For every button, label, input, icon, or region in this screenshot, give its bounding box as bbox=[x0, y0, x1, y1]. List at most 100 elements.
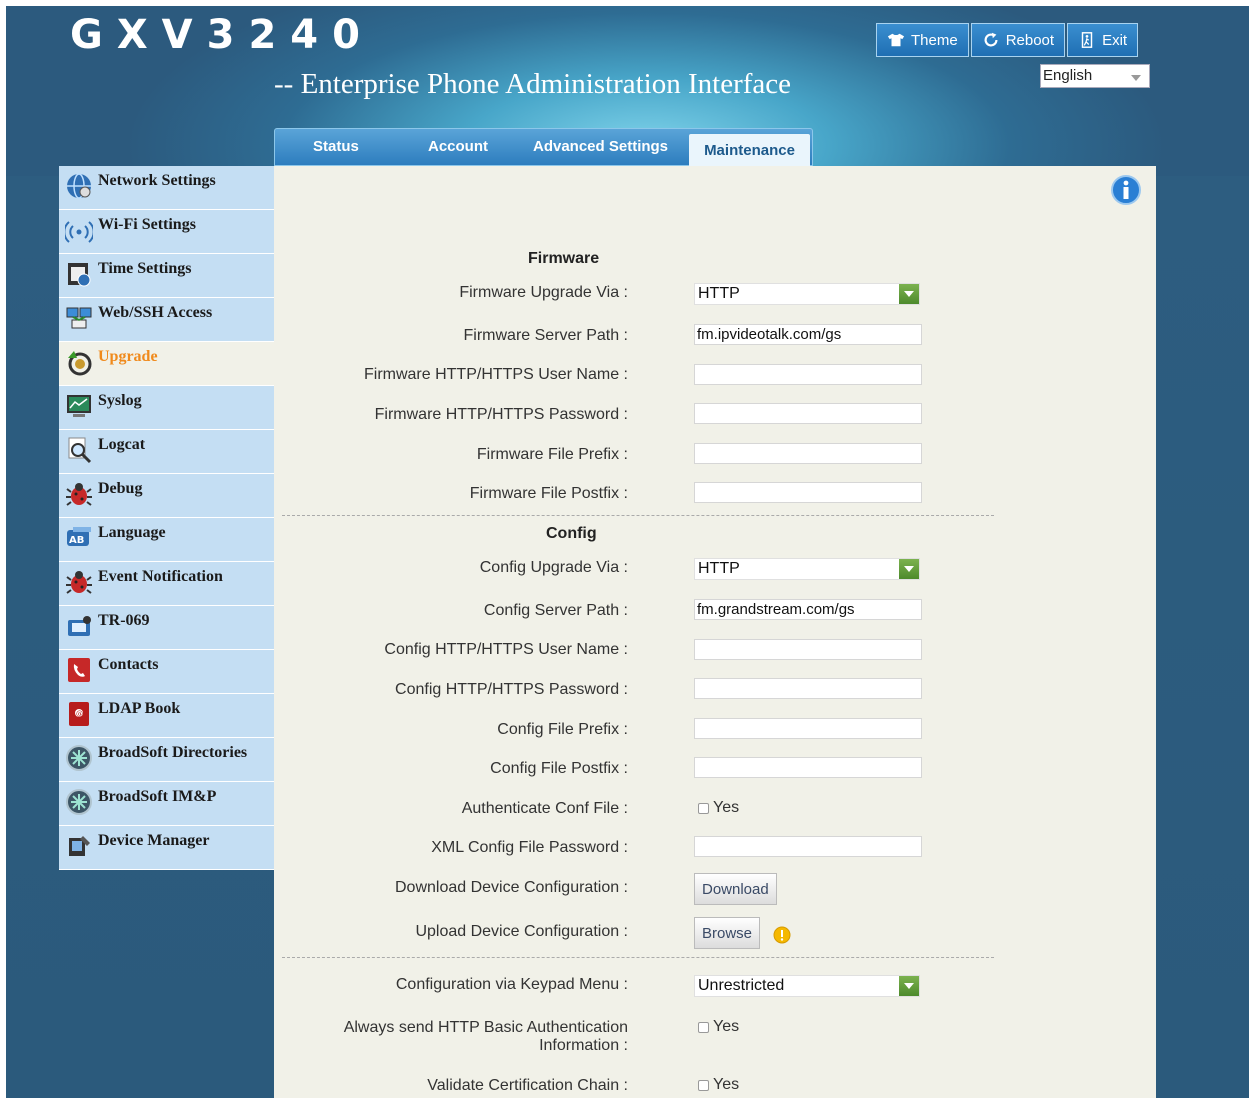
keypad-menu-value: Unrestricted bbox=[698, 977, 785, 994]
cert-chain-yes-label: Yes bbox=[713, 1076, 740, 1093]
sidebar-item-label: LDAP Book bbox=[98, 700, 181, 717]
firmware-section-title: Firmware bbox=[528, 250, 600, 267]
monitor-chart-icon bbox=[67, 395, 91, 417]
sidebar-item-time-settings[interactable]: Time Settings bbox=[59, 254, 274, 298]
tab-status[interactable]: Status bbox=[313, 138, 359, 155]
sidebar-item-upgrade[interactable]: Upgrade bbox=[59, 342, 274, 386]
tab-advanced-settings[interactable]: Advanced Settings bbox=[533, 138, 668, 155]
config-user-name-label: Config HTTP/HTTPS User Name : bbox=[384, 641, 628, 658]
keypad-menu-label: Configuration via Keypad Menu : bbox=[395, 976, 628, 993]
broadsoft-icon bbox=[66, 789, 92, 815]
firmware-upgrade-via-select[interactable]: HTTP bbox=[694, 283, 920, 305]
tab-maintenance[interactable]: Maintenance bbox=[689, 134, 810, 167]
info-icon[interactable] bbox=[1110, 174, 1142, 206]
language-ab-icon: AB bbox=[67, 527, 91, 546]
config-user-name-input[interactable] bbox=[694, 639, 922, 660]
authenticate-conf-file-option: Yes bbox=[698, 799, 739, 817]
broadsoft-icon bbox=[66, 745, 92, 771]
firmware-user-name-label: Firmware HTTP/HTTPS User Name : bbox=[363, 366, 628, 383]
theme-button[interactable]: Theme bbox=[876, 23, 969, 57]
main-tabs: Status Account Advanced Settings Mainten… bbox=[274, 128, 813, 167]
page-subtitle: -- Enterprise Phone Administration Inter… bbox=[274, 68, 792, 100]
sidebar-item-broadsoft-im-p[interactable]: BroadSoft IM&P bbox=[59, 782, 274, 826]
xml-config-password-input[interactable] bbox=[694, 836, 922, 857]
globe-icon bbox=[67, 173, 91, 199]
config-server-path-label: Config Server Path : bbox=[483, 602, 628, 619]
reboot-button[interactable]: Reboot bbox=[970, 23, 1066, 57]
firmware-file-prefix-input[interactable] bbox=[694, 443, 922, 464]
network-computers-icon bbox=[66, 307, 92, 329]
calendar-clock-icon bbox=[68, 263, 91, 287]
sidebar-item-event-notification[interactable]: Event Notification bbox=[59, 562, 274, 606]
admin-window: GXV3240 -- Enterprise Phone Administrati… bbox=[6, 6, 1249, 1098]
basic-auth-yes-label: Yes bbox=[713, 1018, 740, 1035]
sidebar-item-label: Network Settings bbox=[98, 172, 216, 189]
sidebar-item-label: Upgrade bbox=[98, 348, 158, 365]
sidebar-item-syslog[interactable]: Syslog bbox=[59, 386, 274, 430]
sidebar-item-network-settings[interactable]: Network Settings bbox=[59, 166, 274, 210]
firmware-upgrade-via-label: Firmware Upgrade Via : bbox=[459, 284, 628, 301]
sidebar-item-tr-069[interactable]: TR-069 bbox=[59, 606, 274, 650]
keypad-menu-select[interactable]: Unrestricted bbox=[694, 975, 920, 997]
sidebar-item-label: Web/SSH Access bbox=[98, 304, 213, 321]
language-select[interactable]: English bbox=[1040, 64, 1150, 88]
sidebar-item-label: Contacts bbox=[98, 656, 159, 673]
config-password-label: Config HTTP/HTTPS Password : bbox=[395, 681, 628, 698]
firmware-file-prefix-label: Firmware File Prefix : bbox=[476, 446, 628, 463]
exit-button[interactable]: Exit bbox=[1067, 23, 1139, 57]
config-file-prefix-input[interactable] bbox=[694, 718, 922, 739]
tshirt-icon bbox=[887, 33, 905, 47]
warning-icon[interactable] bbox=[773, 926, 791, 944]
basic-auth-option: Yes bbox=[698, 1018, 739, 1036]
bug-icon bbox=[66, 483, 92, 506]
authenticate-conf-file-checkbox[interactable] bbox=[698, 802, 709, 814]
browse-button[interactable]: Browse bbox=[694, 917, 761, 949]
sidebar-item-label: Wi-Fi Settings bbox=[98, 216, 196, 233]
cert-chain-label: Validate Certification Chain : bbox=[427, 1077, 628, 1094]
config-file-postfix-label: Config File Postfix : bbox=[490, 760, 628, 777]
theme-button-label: Theme bbox=[911, 31, 958, 49]
sidebar-menu: Network Settings Wi-Fi Settings Time Setti… bbox=[59, 166, 274, 870]
tab-account[interactable]: Account bbox=[428, 138, 488, 155]
sidebar-item-ldap-book[interactable]: @ LDAP Book bbox=[59, 694, 274, 738]
sidebar-item-device-manager[interactable]: Device Manager bbox=[59, 826, 274, 870]
sidebar-item-broadsoft-directories[interactable]: BroadSoft Directories bbox=[59, 738, 274, 782]
sidebar-item-web-ssh-access[interactable]: Web/SSH Access bbox=[59, 298, 274, 342]
chevron-down-icon bbox=[899, 976, 919, 996]
sidebar-item-language[interactable]: AB Language bbox=[59, 518, 274, 562]
config-upgrade-via-value: HTTP bbox=[698, 560, 740, 577]
firmware-user-name-input[interactable] bbox=[694, 364, 922, 385]
config-file-postfix-input[interactable] bbox=[694, 757, 922, 778]
sidebar-item-label: Syslog bbox=[98, 392, 142, 409]
firmware-server-path-input[interactable] bbox=[694, 324, 922, 345]
firmware-file-postfix-label: Firmware File Postfix : bbox=[469, 485, 628, 502]
config-server-path-input[interactable] bbox=[694, 599, 922, 620]
firmware-password-label: Firmware HTTP/HTTPS Password : bbox=[374, 406, 628, 423]
svg-text:AB: AB bbox=[69, 535, 84, 546]
authenticate-conf-file-label: Authenticate Conf File : bbox=[461, 800, 628, 817]
wifi-icon bbox=[65, 221, 93, 243]
firmware-file-postfix-input[interactable] bbox=[694, 482, 922, 503]
section-divider bbox=[282, 957, 994, 958]
sidebar-item-logcat[interactable]: Logcat bbox=[59, 430, 274, 474]
basic-auth-label-line2: Information : bbox=[539, 1037, 628, 1054]
sidebar-item-wi-fi-settings[interactable]: Wi-Fi Settings bbox=[59, 210, 274, 254]
sidebar-item-label: BroadSoft IM&P bbox=[98, 788, 217, 805]
config-password-input[interactable] bbox=[694, 678, 922, 699]
sidebar-item-label: Logcat bbox=[98, 436, 146, 453]
magnifier-document-icon bbox=[68, 437, 92, 464]
sidebar-item-label: Time Settings bbox=[98, 260, 192, 277]
config-upgrade-via-select[interactable]: HTTP bbox=[694, 558, 920, 580]
firmware-password-input[interactable] bbox=[694, 403, 922, 424]
sidebar-item-contacts[interactable]: Contacts bbox=[59, 650, 274, 694]
download-button[interactable]: Download bbox=[694, 873, 777, 905]
basic-auth-checkbox[interactable] bbox=[698, 1021, 709, 1033]
sidebar-item-debug[interactable]: Debug bbox=[59, 474, 274, 518]
config-file-prefix-label: Config File Prefix : bbox=[497, 721, 628, 738]
upload-config-label: Upload Device Configuration : bbox=[415, 923, 628, 940]
sidebar-item-label: Language bbox=[98, 524, 166, 541]
chevron-down-icon bbox=[899, 284, 919, 304]
authenticate-conf-file-yes-label: Yes bbox=[713, 799, 740, 816]
cert-chain-checkbox[interactable] bbox=[698, 1079, 709, 1091]
device-manager-icon bbox=[69, 836, 90, 856]
